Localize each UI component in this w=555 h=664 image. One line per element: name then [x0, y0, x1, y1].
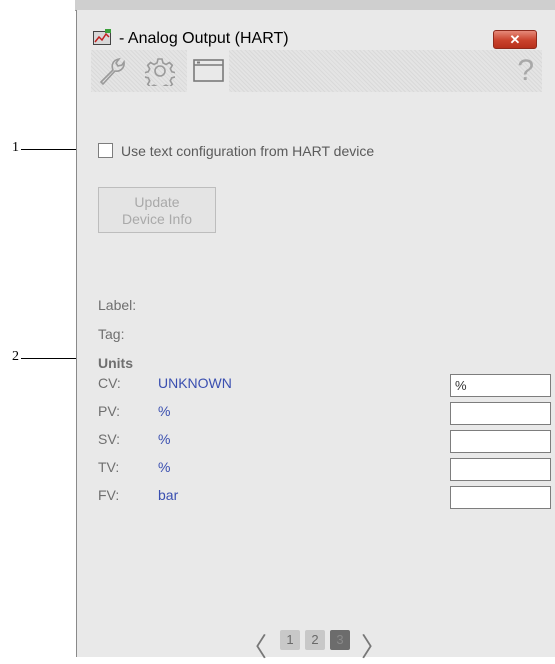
next-page-button[interactable]: 〉 — [361, 627, 387, 664]
window-icon — [193, 59, 224, 82]
app-icon — [93, 29, 111, 45]
use-text-config-checkbox[interactable] — [98, 143, 113, 158]
unit-row-pv-label: PV: — [98, 403, 121, 419]
update-device-info-label: Update Device Info — [121, 194, 193, 227]
callout-2-label: 2 — [12, 349, 19, 364]
faceplate-window: - Analog Output (HART) ✕ ? Use text conf… — [76, 10, 555, 663]
page-button-2[interactable]: 2 — [305, 630, 325, 650]
unit-row-sv-value: % — [158, 431, 171, 447]
unit-row-fv-label: FV: — [98, 487, 120, 503]
unit-row-tv-input[interactable] — [450, 458, 551, 481]
unit-row-cv-label: CV: — [98, 375, 121, 391]
page-navigator: 〈 1 2 3 〉 — [241, 627, 421, 663]
gear-icon — [145, 58, 175, 86]
label-label: Label: — [98, 297, 137, 313]
tab-advanced[interactable] — [139, 50, 181, 92]
help-button[interactable]: ? — [517, 54, 534, 88]
units-heading: Units — [98, 355, 133, 371]
wrench-icon — [99, 57, 125, 86]
unit-row-sv-label: SV: — [98, 431, 121, 447]
unit-row-pv-value: % — [158, 403, 171, 419]
page-button-3[interactable]: 3 — [330, 630, 350, 650]
unit-row-pv-input[interactable] — [450, 402, 551, 425]
unit-row-tv-label: TV: — [98, 459, 120, 475]
close-button[interactable]: ✕ — [493, 30, 537, 49]
hart-config-panel: Use text configuration from HART device … — [91, 92, 551, 663]
callout-1-label: 1 — [12, 140, 19, 155]
unit-row-cv-input[interactable] — [450, 374, 551, 397]
unit-row-tv-value: % — [158, 459, 171, 475]
use-text-config-label: Use text configuration from HART device — [121, 143, 375, 159]
tab-strip: ? — [91, 50, 542, 92]
unit-row-sv-input[interactable] — [450, 430, 551, 453]
window-title: - Analog Output (HART) — [119, 30, 289, 47]
tab-maintenance[interactable] — [91, 50, 133, 92]
page-button-1[interactable]: 1 — [280, 630, 300, 650]
unit-row-cv-value: UNKNOWN — [158, 375, 232, 391]
update-device-info-button[interactable]: Update Device Info — [98, 187, 216, 233]
unit-row-fv-value: bar — [158, 487, 179, 503]
tag-label: Tag: — [98, 326, 125, 342]
unit-row-fv-input[interactable] — [450, 486, 551, 509]
tab-hart-config[interactable] — [187, 50, 229, 92]
prev-page-button[interactable]: 〈 — [241, 627, 267, 664]
title-bar: - Analog Output (HART) ✕ — [77, 10, 555, 50]
